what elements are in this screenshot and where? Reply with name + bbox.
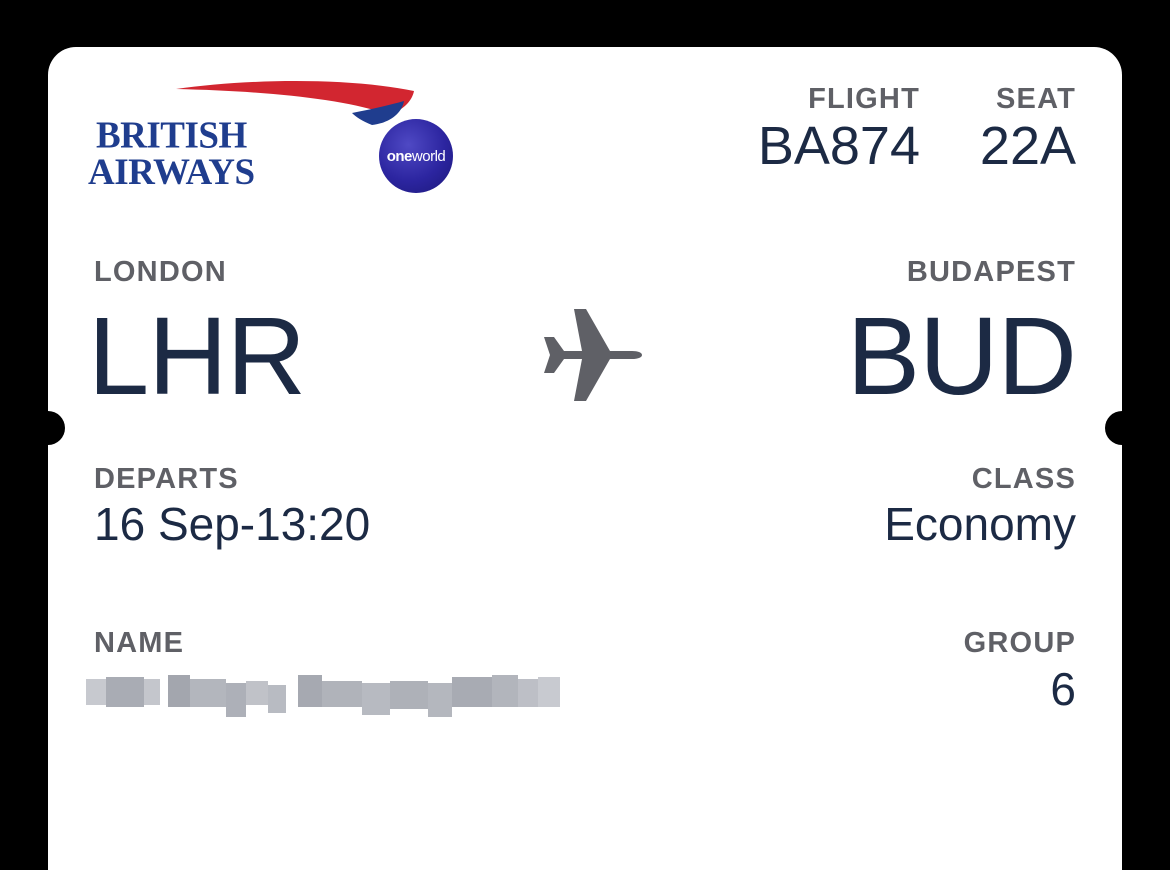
- departure-datetime: 16 Sep-13:20: [94, 498, 371, 550]
- ticket-notch-left: [31, 411, 65, 445]
- alliance-name-light: world: [411, 147, 446, 165]
- class-label: CLASS: [971, 463, 1076, 495]
- brand-name-line-2: AIRWAYS: [88, 152, 255, 193]
- seat-number: 22A: [979, 116, 1076, 176]
- flight-label: FLIGHT: [808, 83, 920, 115]
- group-label: GROUP: [963, 627, 1076, 659]
- destination-city: BUDAPEST: [906, 256, 1076, 288]
- name-label: NAME: [94, 627, 185, 659]
- alliance-name-bold: one: [386, 147, 413, 165]
- flight-number: BA874: [757, 116, 920, 176]
- travel-class: Economy: [884, 498, 1076, 550]
- origin-airport-code: LHR: [88, 295, 306, 418]
- passenger-name-pixelated: [86, 665, 562, 717]
- destination-airport-code: BUD: [846, 295, 1077, 418]
- brand-name-line-1: BRITISH: [96, 114, 247, 157]
- origin-city: LONDON: [94, 256, 227, 288]
- seat-label: SEAT: [996, 83, 1076, 115]
- airplane-icon: [544, 309, 642, 401]
- oneworld-icon: oneworld: [379, 119, 453, 193]
- british-airways-logo: BRITISH AIRWAYS oneworld: [86, 79, 466, 199]
- boarding-group: 6: [1050, 663, 1076, 715]
- boarding-pass-card: BRITISH AIRWAYS oneworld FLIGHT BA874 SE…: [48, 47, 1122, 870]
- ticket-notch-right: [1105, 411, 1139, 445]
- departs-label: DEPARTS: [94, 463, 239, 495]
